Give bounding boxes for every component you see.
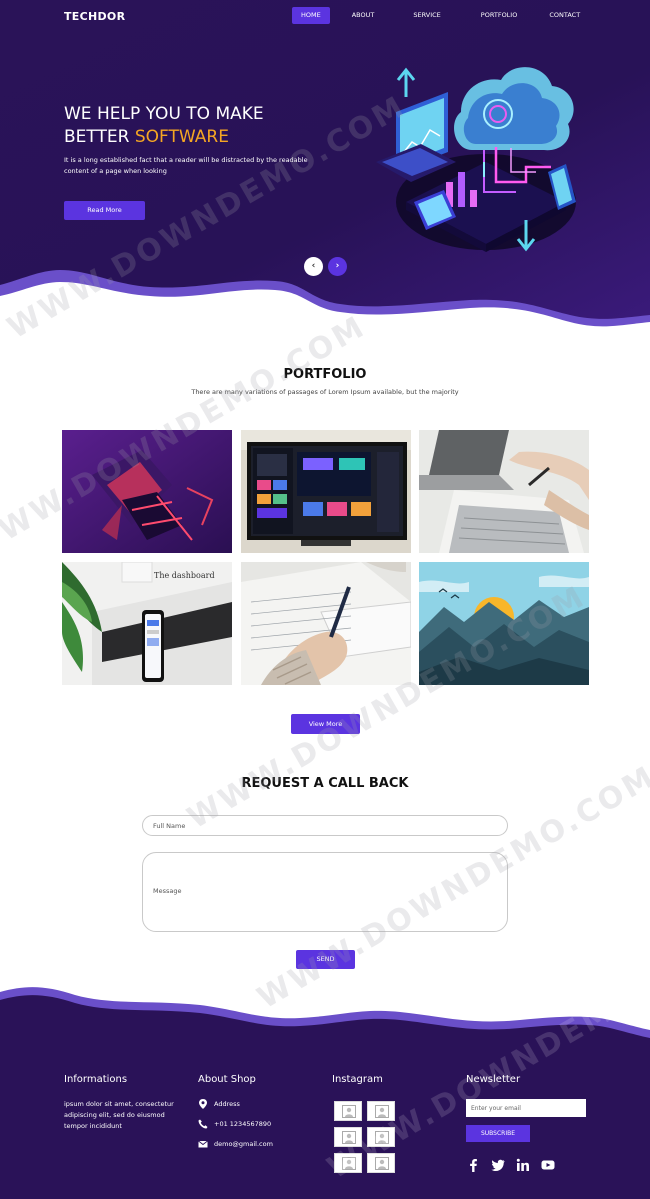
location-pin-icon [199,1099,207,1109]
monitor-design-image [241,430,411,553]
hero-title-plain: BETTER [64,127,135,147]
footer-instagram-heading: Instagram [332,1074,383,1085]
cloud-tech-illustration [376,67,576,252]
dashboard-phone-image: The dashboard [62,562,232,685]
portfolio-tile-monitor[interactable] [241,430,411,553]
user-placeholder-icon [375,1157,389,1170]
hero-title: WE HELP YOU TO MAKE BETTER SOFTWARE [64,103,264,149]
instagram-thumb[interactable] [367,1127,395,1147]
instagram-thumb[interactable] [367,1101,395,1121]
portfolio-title: PORTFOLIO [283,367,367,382]
hero-description: It is a long established fact that a rea… [64,156,308,175]
dashboard-caption: The dashboard [154,571,215,580]
user-placeholder-icon [342,1105,356,1118]
slider-next-button[interactable]: › [328,257,347,276]
user-placeholder-icon [375,1131,389,1144]
slider-prev-button[interactable]: ‹ [304,257,323,276]
footer-email[interactable]: demo@gmail.com [214,1140,273,1148]
facebook-icon[interactable] [466,1158,480,1172]
nav-home[interactable]: HOME [292,7,330,24]
hero-title-line1: WE HELP YOU TO MAKE [64,104,264,124]
instagram-thumb[interactable] [334,1101,362,1121]
footer-newsletter-heading: Newsletter [466,1074,521,1085]
newsletter-email-input[interactable] [466,1099,586,1117]
abstract-art-image [62,430,232,553]
footer-about-heading: About Shop [198,1074,256,1085]
hero-title-accent: SOFTWARE [134,127,229,147]
instagram-thumb[interactable] [367,1153,395,1173]
nav-service[interactable]: SERVICE [404,7,449,24]
instagram-thumb[interactable] [334,1127,362,1147]
subscribe-button[interactable]: SUBSCRIBE [466,1125,530,1142]
request-title: REQUEST A CALL BACK [241,776,409,791]
footer-informations-text: ipsum dolor sit amet, consectetur adipis… [64,1100,174,1130]
portfolio-gallery: The dashboard [62,430,589,685]
portfolio-tile-laptop[interactable] [419,430,589,553]
footer-informations-heading: Informations [64,1074,128,1085]
portfolio-subtitle: There are many variations of passages of… [191,388,459,396]
instagram-thumb[interactable] [334,1153,362,1173]
user-placeholder-icon [375,1105,389,1118]
footer-address: Address [214,1100,240,1108]
full-name-input[interactable] [142,815,508,836]
footer-phone[interactable]: +01 1234567890 [214,1120,271,1128]
youtube-icon[interactable] [541,1158,555,1172]
nav-portfolio[interactable]: PORTFOLIO [472,7,527,24]
main-nav: HOME ABOUT SERVICE PORTFOLIO CONTACT [292,7,599,24]
hero-section: TECHDOR HOME ABOUT SERVICE PORTFOLIO CON… [0,0,650,340]
footer: Informations ipsum dolor sit amet, conse… [0,970,650,1199]
phone-icon [198,1119,208,1129]
brand-logo[interactable]: TECHDOR [64,10,125,23]
hand-writing-image [241,562,411,685]
footer-phone-row: +01 1234567890 [198,1119,271,1129]
view-more-button[interactable]: View More [291,714,360,734]
nav-about[interactable]: ABOUT [343,7,384,24]
portfolio-tile-abstract[interactable] [62,430,232,553]
portfolio-tile-writing[interactable] [241,562,411,685]
twitter-icon[interactable] [491,1158,505,1172]
user-placeholder-icon [342,1157,356,1170]
mail-icon [198,1140,208,1148]
send-button[interactable]: SEND [296,950,355,969]
portfolio-tile-mountains[interactable] [419,562,589,685]
hero-title-line2: BETTER SOFTWARE [64,126,264,149]
portfolio-tile-dashboard[interactable]: The dashboard [62,562,232,685]
read-more-button[interactable]: Read More [64,201,145,220]
footer-address-row: Address [198,1099,240,1109]
message-textarea[interactable] [142,852,508,932]
nav-contact[interactable]: CONTACT [540,7,589,24]
linkedin-icon[interactable] [516,1158,530,1172]
user-placeholder-icon [342,1131,356,1144]
mountain-sunset-image [419,562,589,685]
laptop-notes-image [419,430,589,553]
footer-email-row: demo@gmail.com [198,1139,273,1149]
